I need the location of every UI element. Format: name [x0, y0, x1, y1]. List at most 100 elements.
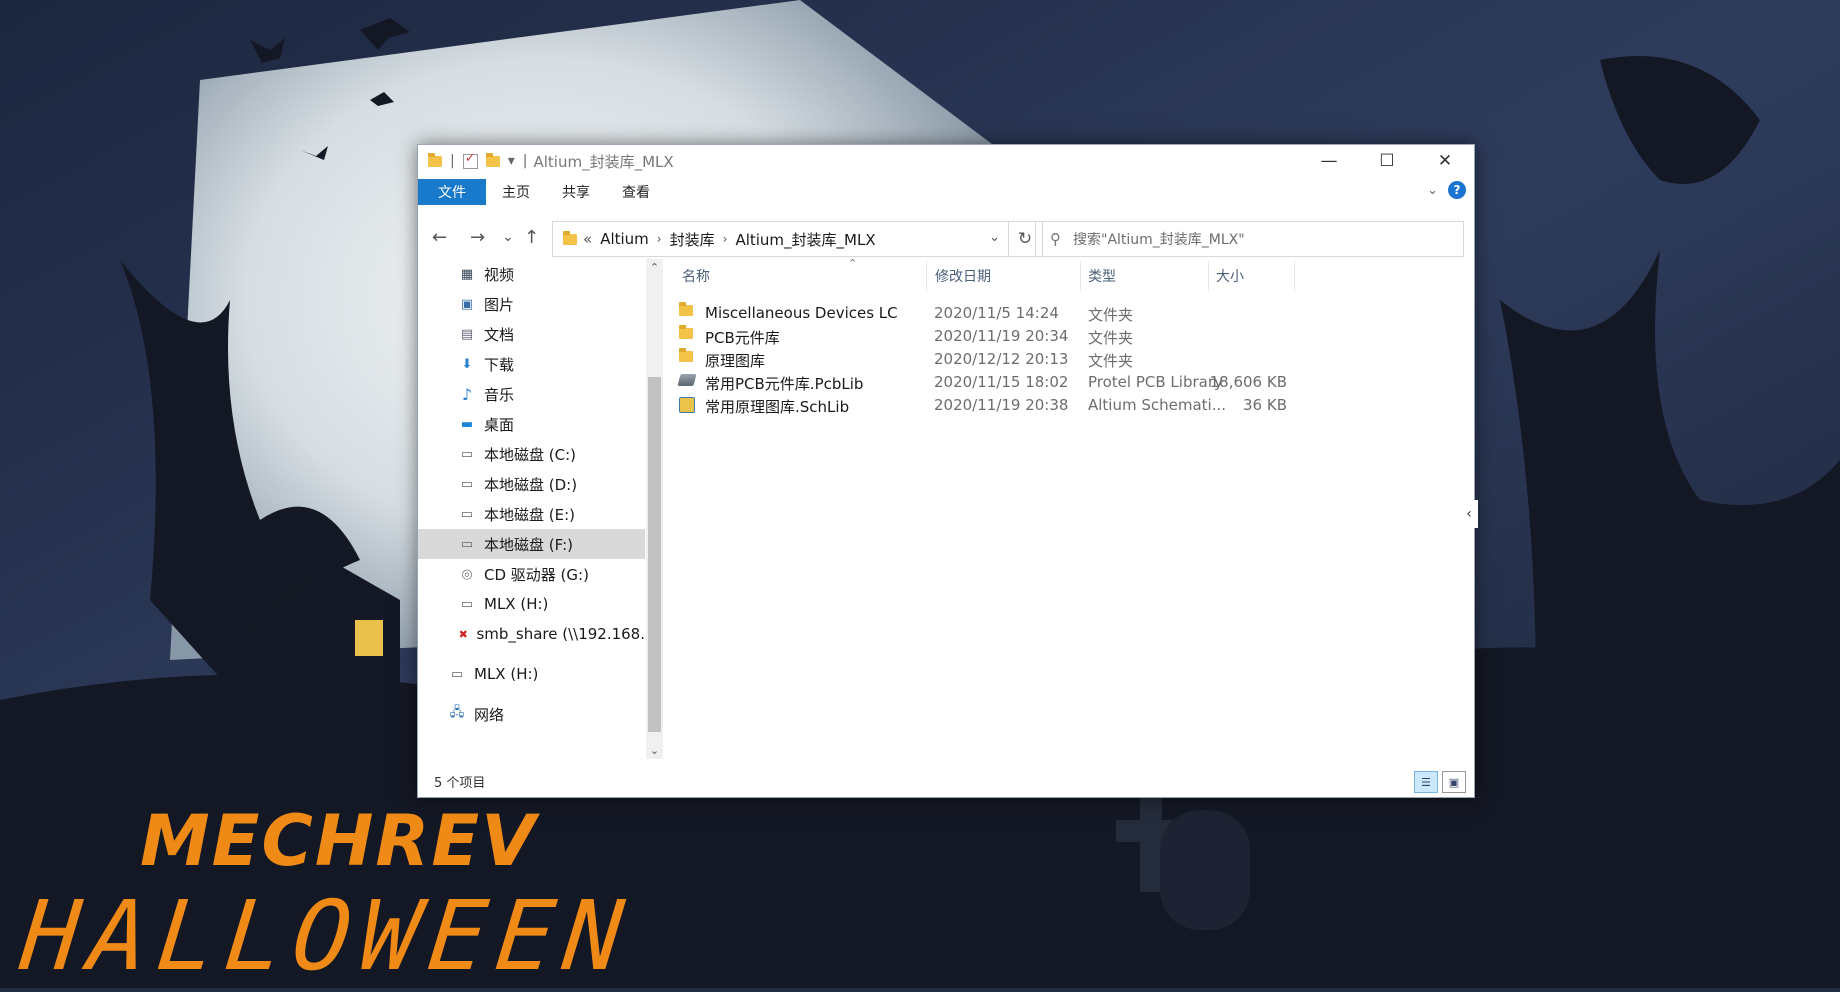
nav-item-drive-e[interactable]: ▭ 本地磁盘 (E:): [418, 499, 645, 529]
music-folder-icon: ♪: [461, 384, 473, 404]
nav-item-label: 文档: [484, 325, 515, 344]
column-header-size[interactable]: 大小: [1216, 259, 1244, 293]
column-divider[interactable]: [1208, 261, 1209, 291]
desktop-folder-icon: ▬: [460, 416, 474, 432]
file-modified: 2020/11/19 20:34: [934, 327, 1069, 345]
details-view-icon[interactable]: ☰: [1414, 771, 1438, 793]
minimize-button[interactable]: —: [1300, 145, 1358, 177]
nav-item-documents[interactable]: ▤ 文档: [418, 319, 645, 349]
folder-icon: [679, 302, 693, 316]
nav-item-label: MLX (H:): [474, 665, 539, 683]
column-divider[interactable]: [1080, 261, 1081, 291]
brand-logo-text: MECHREV: [140, 800, 538, 882]
tab-home[interactable]: 主页: [486, 179, 546, 205]
navigation-bar: ← → ⌄ ↑ « Altium › 封装库 › Altium_封装库_MLX …: [418, 219, 1474, 259]
drive-icon: ▭: [460, 506, 474, 522]
file-type: Protel PCB Library: [1088, 373, 1223, 391]
nav-item-label: 本地磁盘 (D:): [484, 475, 578, 494]
nav-item-music[interactable]: ♪ 音乐: [418, 379, 645, 409]
breadcrumb-separator[interactable]: ›: [657, 232, 662, 246]
up-button[interactable]: ↑: [524, 227, 539, 248]
address-dropdown-icon[interactable]: ⌄: [989, 230, 1000, 245]
tab-view[interactable]: 查看: [606, 179, 666, 205]
table-row[interactable]: 常用原理图库.SchLib 2020/11/19 20:38 Altium Sc…: [668, 392, 1428, 419]
back-button[interactable]: ←: [432, 227, 447, 248]
network-icon: 🖧: [449, 705, 465, 720]
pcblib-file-icon: [677, 374, 697, 386]
folder-icon[interactable]: [428, 152, 442, 167]
file-type: 文件夹: [1088, 352, 1134, 370]
nav-item-label: 本地磁盘 (F:): [484, 535, 573, 554]
expand-ribbon-icon[interactable]: ⌄: [1427, 183, 1438, 198]
nav-pane-scrollbar[interactable]: ⌃ ⌄: [646, 259, 663, 759]
maximize-button[interactable]: ☐: [1358, 145, 1416, 177]
large-icons-view-icon[interactable]: ▣: [1442, 771, 1466, 793]
column-header-name[interactable]: 名称: [682, 259, 710, 293]
nav-item-label: 图片: [484, 295, 515, 314]
properties-icon[interactable]: [462, 151, 478, 169]
nav-item-label: 网络: [474, 705, 505, 724]
nav-item-downloads[interactable]: ⬇ 下载: [418, 349, 645, 379]
status-bar-item-count: 5 个项目: [434, 776, 486, 791]
forward-button[interactable]: →: [470, 227, 485, 248]
new-folder-icon[interactable]: [485, 152, 500, 167]
search-box[interactable]: ⚲ 搜索"Altium_封装库_MLX": [1035, 221, 1464, 257]
search-input[interactable]: 搜索"Altium_封装库_MLX": [1073, 229, 1245, 249]
column-header-modified[interactable]: 修改日期: [935, 259, 991, 293]
nav-item-label: 视频: [484, 265, 515, 284]
scrollbar-thumb[interactable]: [648, 377, 661, 732]
file-modified: 2020/12/12 20:13: [934, 350, 1069, 368]
customize-toolbar-icon[interactable]: ▾: [508, 153, 515, 169]
nav-item-label: smb_share (\\192.168.: [476, 625, 645, 643]
scroll-up-icon[interactable]: ⌃: [646, 261, 663, 274]
system-drive-icon: ▭: [460, 446, 474, 462]
nav-item-label: 桌面: [484, 415, 515, 434]
file-modified: 2020/11/15 18:02: [934, 373, 1069, 391]
file-name: PCB元件库: [705, 329, 780, 347]
toolbar-divider: |: [522, 153, 528, 169]
nav-item-drive-c[interactable]: ▭ 本地磁盘 (C:): [418, 439, 645, 469]
nav-item-cd-drive-g[interactable]: ◎ CD 驱动器 (G:): [418, 559, 645, 589]
scroll-down-icon[interactable]: ⌄: [646, 744, 663, 757]
usb-drive-icon: ▭: [460, 596, 474, 612]
tab-file[interactable]: 文件: [418, 179, 486, 205]
column-header-type[interactable]: 类型: [1088, 259, 1116, 293]
breadcrumb-footprint-lib[interactable]: 封装库: [670, 229, 715, 250]
file-modified: 2020/11/5 14:24: [934, 304, 1059, 322]
file-name: 常用原理图库.SchLib: [705, 398, 850, 416]
nav-item-network[interactable]: 🖧 网络: [418, 699, 645, 729]
breadcrumb-altium[interactable]: Altium: [600, 230, 649, 248]
breadcrumb-separator[interactable]: ›: [723, 232, 728, 246]
breadcrumb-overflow[interactable]: «: [583, 230, 592, 248]
file-explorer-window: | ▾ | Altium_封装库_MLX — ☐ ✕ 文件 主页 共享 查看 ⌄…: [417, 144, 1475, 798]
column-divider[interactable]: [1294, 261, 1295, 291]
file-modified: 2020/11/19 20:38: [934, 396, 1069, 414]
file-type: 文件夹: [1088, 329, 1134, 347]
column-divider[interactable]: [926, 261, 927, 291]
nav-item-drive-f[interactable]: ▭ 本地磁盘 (F:): [418, 529, 645, 559]
file-type: 文件夹: [1088, 306, 1134, 324]
nav-item-mlx-h-root[interactable]: ▭ MLX (H:): [418, 659, 645, 689]
documents-folder-icon: ▤: [460, 326, 474, 342]
nav-item-label: 本地磁盘 (C:): [484, 445, 576, 464]
breadcrumb-current-folder[interactable]: Altium_封装库_MLX: [735, 229, 875, 250]
address-bar[interactable]: « Altium › 封装库 › Altium_封装库_MLX ⌄: [552, 221, 1009, 257]
nav-item-videos[interactable]: ▦ 视频: [418, 259, 645, 289]
nav-item-mlx-h[interactable]: ▭ MLX (H:): [418, 589, 645, 619]
folder-icon: [563, 230, 577, 245]
help-icon[interactable]: ?: [1448, 181, 1466, 199]
nav-item-smb-share[interactable]: ✖ smb_share (\\192.168.: [418, 619, 645, 649]
recent-locations-button[interactable]: ⌄: [502, 229, 514, 245]
file-size: 18,606 KB: [1209, 373, 1287, 391]
nav-item-desktop[interactable]: ▬ 桌面: [418, 409, 645, 439]
folder-icon: [679, 325, 693, 339]
close-button[interactable]: ✕: [1416, 145, 1474, 177]
nav-item-pictures[interactable]: ▣ 图片: [418, 289, 645, 319]
video-folder-icon: ▦: [460, 266, 474, 282]
tab-share[interactable]: 共享: [546, 179, 606, 205]
file-name: Miscellaneous Devices LC: [705, 304, 898, 322]
nav-item-label: 下载: [484, 355, 515, 374]
nav-item-drive-d[interactable]: ▭ 本地磁盘 (D:): [418, 469, 645, 499]
file-list: ⌃ 名称 修改日期 类型 大小 Miscellaneous Devices LC…: [668, 257, 1474, 759]
network-drive-disconnected-icon: ✖: [458, 627, 468, 641]
